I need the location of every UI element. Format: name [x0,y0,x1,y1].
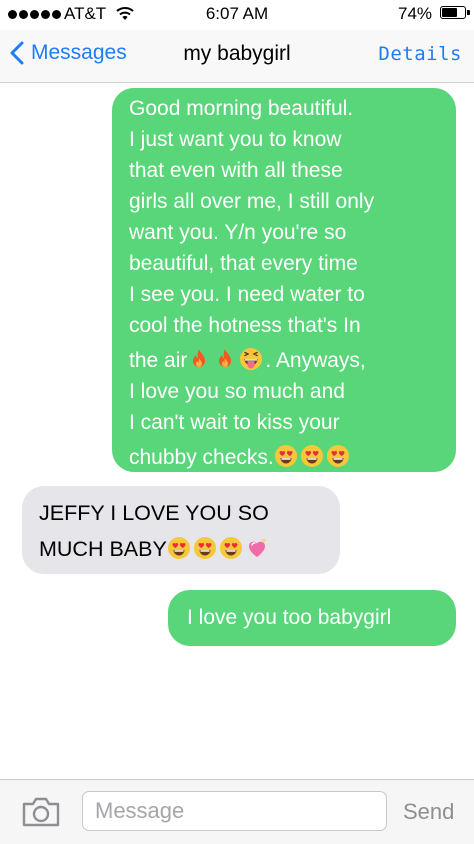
message-line: the air . Anyways, [129,345,442,376]
message-line: that even with all these [129,159,343,182]
sent-message-bubble[interactable]: I love you too babygirl [168,590,456,646]
message-line: I just want you to know [129,128,342,151]
message-line: I love you so much and [129,380,345,403]
heart-eyes-emoji-icon [326,444,350,468]
heart-eyes-emoji-icon [219,536,243,560]
message-line: Good morning beautiful. [129,97,354,120]
send-button[interactable]: Send [403,799,454,825]
message-line: cool the hotness that's In [129,314,361,337]
fire-emoji-icon [213,347,237,371]
sent-message-bubble[interactable]: Good morning beautiful. I just want you … [112,88,456,472]
navigation-bar: Messages my babygirl Details [0,30,474,83]
message-line: I can't wait to kiss your [129,411,340,434]
message-line: girls all over me, I still only [129,190,375,213]
message-text: MUCH BABY [39,537,167,561]
sparkling-heart-emoji-icon [245,536,269,560]
message-line: MUCH BABY [39,531,328,567]
battery-icon [440,6,470,19]
status-bar: AT&T 6:07 AM 74% [0,0,474,30]
message-input-bar: Send [0,779,474,844]
message-text: chubby checks. [129,446,274,469]
message-text: . Anyways, [265,349,366,372]
details-button[interactable]: Details [378,43,462,65]
heart-eyes-emoji-icon [193,536,217,560]
message-line: beautiful, that every time [129,252,358,275]
heart-eyes-emoji-icon [167,536,191,560]
battery-percent: 74% [398,4,433,23]
message-text: I love you too babygirl [187,606,392,629]
received-message-bubble[interactable]: JEFFY I LOVE YOU SO MUCH BABY [22,486,340,574]
message-line: JEFFY I LOVE YOU SO [39,501,269,525]
camera-icon[interactable] [21,796,61,828]
message-text: the air [129,349,188,372]
heart-eyes-emoji-icon [274,444,298,468]
message-input[interactable] [82,791,387,831]
tongue-emoji-icon [239,347,263,371]
heart-eyes-emoji-icon [300,444,324,468]
message-line: chubby checks. [129,442,442,473]
fire-emoji-icon [187,347,211,371]
message-line: want you. Y/n you're so [129,221,347,244]
message-line: I see you. I need water to [129,283,365,306]
